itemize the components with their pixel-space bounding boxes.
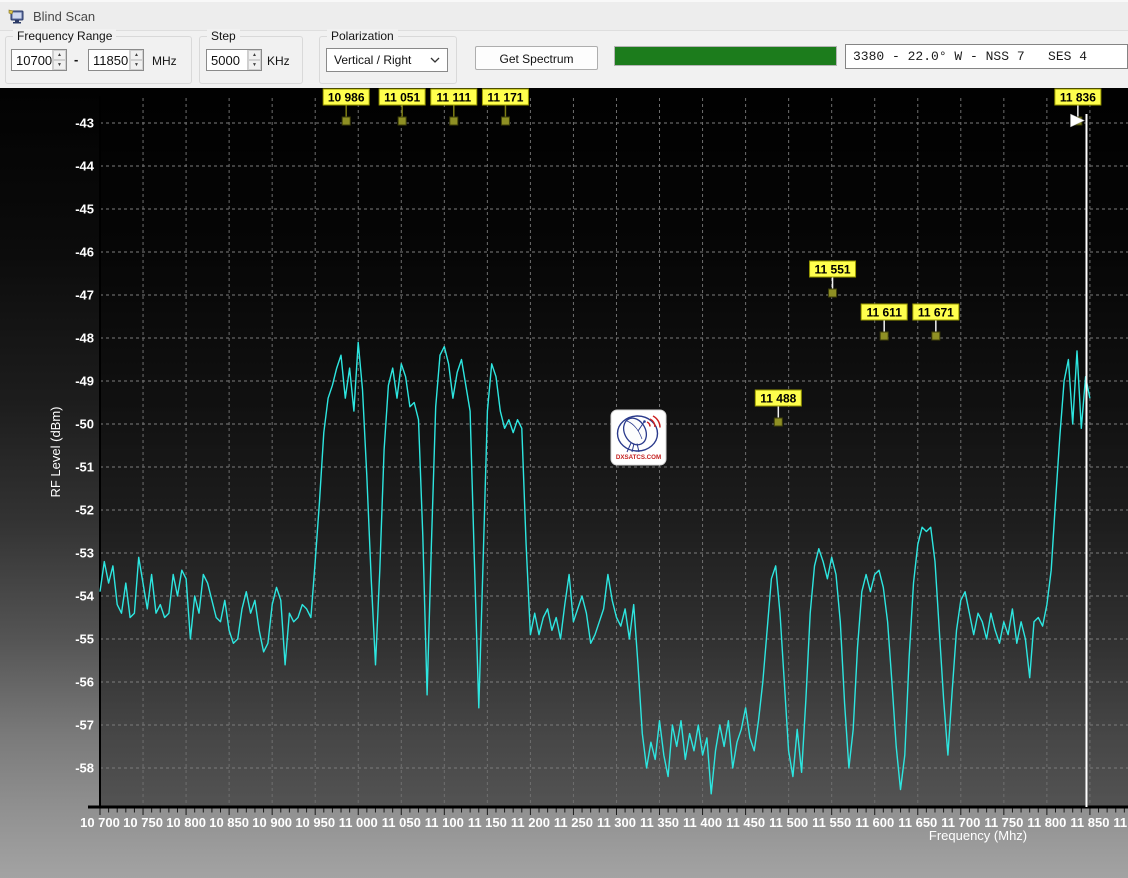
marker-square [774,418,782,426]
carrier-marker-label: 11 671 [918,306,954,320]
spectrum-chart: 10 70010 75010 80010 85010 90010 950 11 0… [0,88,1128,878]
x-tick-label: 10 750 [123,815,163,830]
x-tick-label: 11 450 [726,815,765,830]
y-axis-title: RF Level (dBm) [48,406,63,497]
y-tick-label: -43 [75,116,94,131]
y-tick-label: -54 [75,589,95,604]
y-tick-label: -58 [75,761,94,776]
x-tick-label: 11 900 [1113,815,1128,830]
dxsatcs-logo: DXSATCS.COM [611,410,666,465]
spin-up-icon[interactable]: ▲ [53,50,66,60]
frequency-to-input[interactable] [89,50,129,70]
x-axis-title: Frequency (Mhz) [929,828,1027,843]
y-tick-label: -53 [75,546,94,561]
step-spinner: ▲ ▼ [206,49,262,71]
y-tick-label: -50 [75,417,94,432]
range-separator: - [74,52,78,67]
y-tick-label: -44 [75,159,95,174]
marker-square [501,117,509,125]
frequency-to-spinner: ▲ ▼ [88,49,144,71]
spin-up-icon[interactable]: ▲ [130,50,143,60]
blind-scan-window: Blind Scan Frequency Range Step Polariza… [0,0,1128,878]
khz-unit-label: KHz [267,54,290,68]
marker-square [880,332,888,340]
marker-square [398,117,406,125]
x-tick-label: 11 300 [597,815,636,830]
x-tick-label: 11 250 [554,815,593,830]
title-bar: Blind Scan [0,0,1128,30]
mhz-unit-label: MHz [152,54,177,68]
x-tick-label: 11 800 [1027,815,1066,830]
x-tick-label: 11 200 [511,815,550,830]
frequency-to-spin-buttons: ▲ ▼ [129,50,143,70]
x-tick-label: 11 150 [468,815,507,830]
x-tick-label: 10 700 [80,815,120,830]
carrier-marker-label: 11 171 [487,91,523,105]
step-label: Step [207,29,240,43]
carrier-marker-label: 11 836 [1060,91,1096,105]
carrier-marker-label: 11 051 [384,91,420,105]
x-tick-label: 11 400 [683,815,722,830]
spin-up-icon[interactable]: ▲ [248,50,261,60]
carrier-marker-label: 11 488 [760,392,796,406]
dxsatcs-logo-text: DXSATCS.COM [616,454,661,461]
x-tick-label: 11 600 [855,815,894,830]
polarization-label: Polarization [327,29,398,43]
frequency-from-spinner: ▲ ▼ [11,49,67,71]
y-tick-label: -45 [75,202,94,217]
marker-square [450,117,458,125]
marker-square [829,289,837,297]
frequency-from-input[interactable] [12,50,52,70]
blind-scan-icon [8,8,25,25]
spin-down-icon[interactable]: ▼ [53,60,66,70]
carrier-marker-label: 11 111 [436,91,471,105]
y-tick-label: -55 [75,632,94,647]
spin-down-icon[interactable]: ▼ [248,60,261,70]
frequency-from-spin-buttons: ▲ ▼ [52,50,66,70]
spectrum-chart-area[interactable]: 10 70010 75010 80010 85010 90010 950 11 0… [0,88,1128,878]
y-tick-label: -47 [75,288,94,303]
x-tick-label: 11 550 [812,815,851,830]
frequency-range-label: Frequency Range [13,29,116,43]
y-tick-label: -51 [75,460,94,475]
step-input[interactable] [207,50,247,70]
x-tick-label: 10 900 [252,815,292,830]
y-tick-label: -48 [75,331,94,346]
x-tick-label: 10 800 [166,815,206,830]
x-tick-label: 11 350 [640,815,679,830]
scan-progress-fill [615,47,836,65]
y-tick-label: -52 [75,503,94,518]
x-tick-label: 11 100 [425,815,464,830]
polarization-select[interactable]: Vertical / Right [326,48,448,72]
x-tick-label: 10 850 [209,815,249,830]
x-tick-label: 11 500 [769,815,808,830]
get-spectrum-button[interactable]: Get Spectrum [475,46,598,70]
y-tick-label: -57 [75,718,94,733]
x-tick-label: 11 850 [1070,815,1109,830]
y-tick-label: -49 [75,374,94,389]
x-tick-label: 11 000 [339,815,378,830]
step-spin-buttons: ▲ ▼ [247,50,261,70]
scan-progress-bar [614,46,837,66]
carrier-marker-label: 11 551 [815,263,851,277]
x-tick-label: 11 050 [382,815,421,830]
spin-down-icon[interactable]: ▼ [130,60,143,70]
carrier-marker-label: 10 986 [328,91,365,105]
y-tick-label: -56 [75,675,94,690]
marker-square [932,332,940,340]
y-tick-label: -46 [75,245,94,260]
x-tick-label: 10 950 [295,815,335,830]
satellite-info-field[interactable]: 3380 - 22.0° W - NSS 7 SES 4 [845,44,1128,69]
chevron-down-icon [430,57,440,63]
marker-square [342,117,350,125]
window-title: Blind Scan [33,9,95,24]
polarization-selected-value: Vertical / Right [334,53,411,67]
carrier-marker-label: 11 611 [866,306,902,320]
